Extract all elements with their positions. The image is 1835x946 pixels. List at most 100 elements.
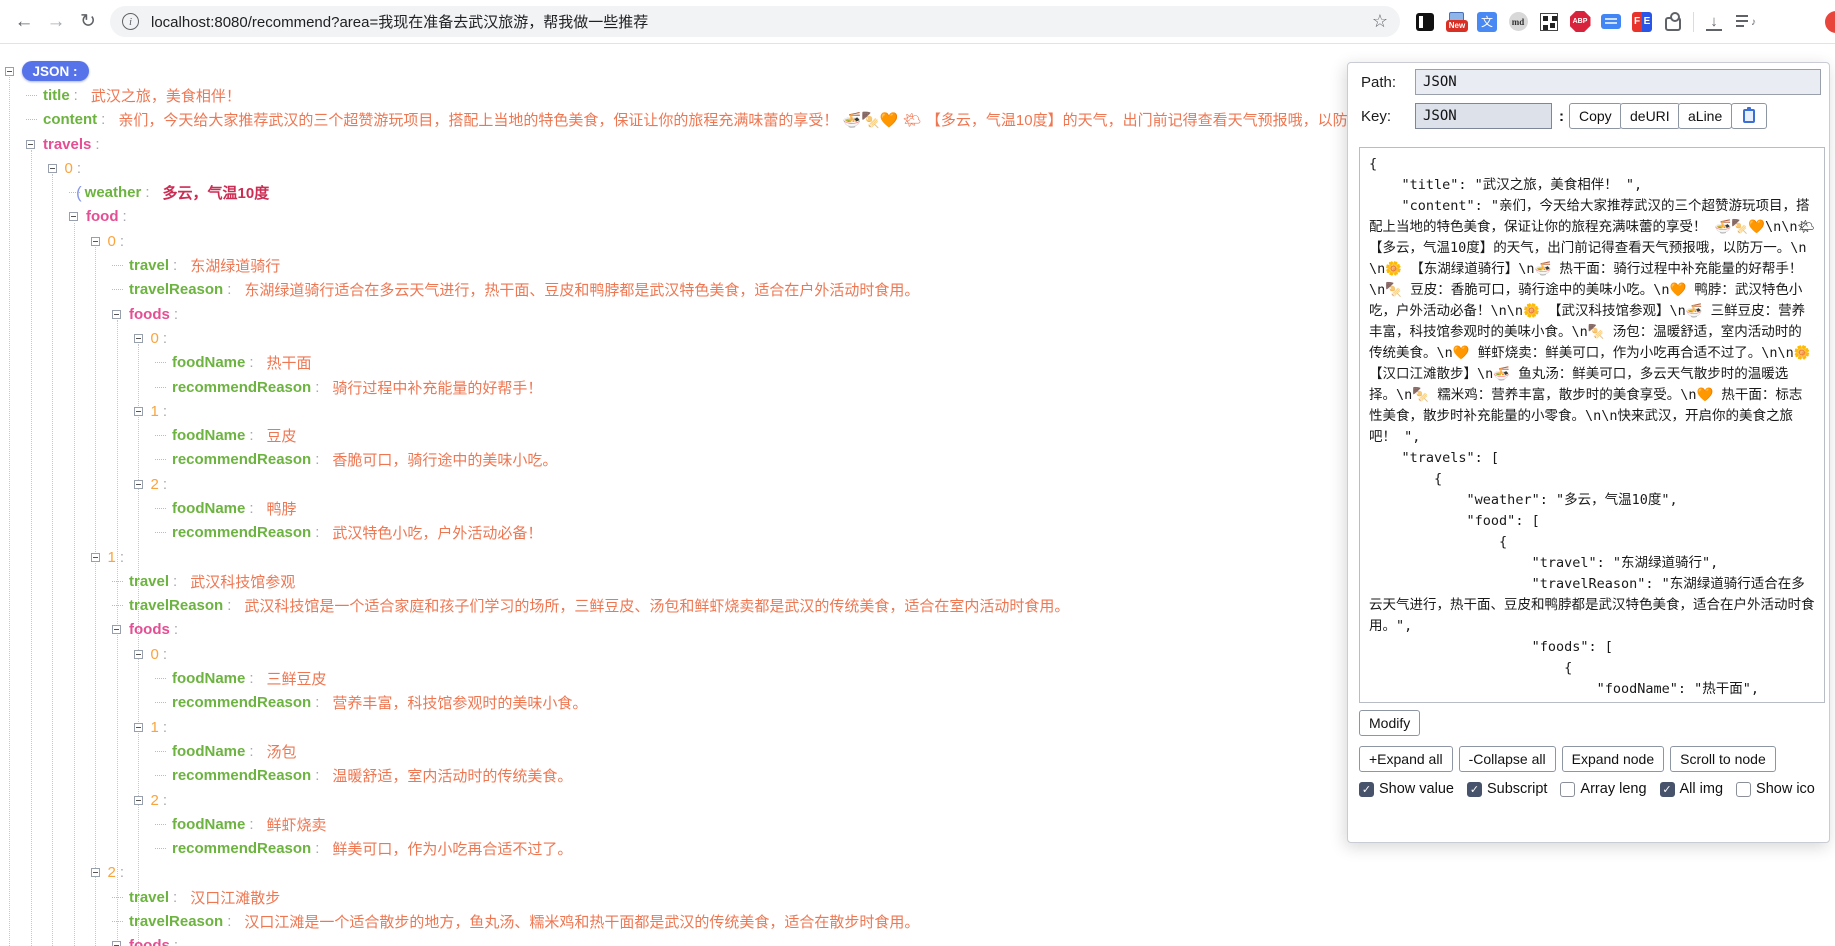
- collapse-toggle[interactable]: [112, 941, 121, 946]
- option-show-ico[interactable]: Show ico: [1736, 781, 1815, 797]
- collapse-toggle[interactable]: [134, 480, 143, 489]
- checkbox-icon[interactable]: [1560, 782, 1575, 797]
- extensions-puzzle-icon[interactable]: [1662, 11, 1684, 33]
- leaf-value[interactable]: 武汉之旅，美食相伴！: [91, 85, 241, 106]
- leaf-key[interactable]: travel: [129, 573, 169, 590]
- collapse-toggle[interactable]: [26, 140, 35, 149]
- leaf-key[interactable]: foodName: [172, 500, 245, 517]
- array-index[interactable]: 0: [108, 233, 116, 250]
- modify-button[interactable]: Modify: [1359, 710, 1420, 736]
- leaf-key[interactable]: travelReason: [129, 281, 223, 298]
- leaf-key[interactable]: foodName: [172, 354, 245, 371]
- option-all-img[interactable]: ✓All img: [1660, 781, 1724, 797]
- site-info-icon[interactable]: i: [122, 13, 139, 30]
- object-key[interactable]: foods: [129, 306, 170, 323]
- checkbox-icon[interactable]: [1736, 782, 1751, 797]
- array-index[interactable]: 2: [108, 864, 116, 881]
- json-root-badge[interactable]: JSON :: [22, 61, 89, 81]
- leaf-value[interactable]: 汉口江滩是一个适合散步的地方，鱼丸汤、糯米鸡和热干面都是武汉的传统美食，适合在散…: [244, 911, 919, 932]
- collapse-toggle[interactable]: [112, 625, 121, 634]
- leaf-key[interactable]: content: [43, 111, 97, 128]
- option-subscript[interactable]: ✓Subscript: [1467, 781, 1547, 797]
- downloads-icon[interactable]: ↓: [1703, 11, 1725, 33]
- leaf-value[interactable]: 多云，气温10度: [163, 182, 270, 203]
- leaf-value[interactable]: 鸭脖: [267, 498, 297, 519]
- leaf-value[interactable]: 汉口江滩散步: [190, 887, 280, 908]
- reader-extension-icon[interactable]: [1414, 11, 1436, 33]
- adblock-extension-icon[interactable]: ABP: [1569, 11, 1591, 33]
- qr-code-extension-icon[interactable]: [1538, 11, 1560, 33]
- leaf-key[interactable]: recommendReason: [172, 694, 311, 711]
- leaf-value[interactable]: 香脆可口，骑行途中的美味小吃。: [332, 449, 557, 470]
- object-key[interactable]: foods: [129, 621, 170, 638]
- copy-button[interactable]: Copy: [1569, 103, 1622, 129]
- collapse-all-button[interactable]: -Collapse all: [1459, 746, 1556, 772]
- leaf-key[interactable]: travel: [129, 257, 169, 274]
- leaf-value[interactable]: 鲜虾烧卖: [267, 814, 327, 835]
- collapse-toggle[interactable]: [91, 237, 100, 246]
- leaf-value[interactable]: 武汉科技馆是一个适合家庭和孩子们学习的场所，三鲜豆皮、汤包和鲜虾烧卖都是武汉的传…: [244, 595, 1069, 616]
- leaf-value[interactable]: 武汉科技馆参观: [190, 571, 295, 592]
- checkbox-icon[interactable]: ✓: [1467, 782, 1482, 797]
- array-index[interactable]: 1: [151, 403, 159, 420]
- forward-icon[interactable]: →: [40, 6, 72, 38]
- deuri-button[interactable]: deURI: [1620, 103, 1680, 129]
- playlist-icon[interactable]: [1734, 11, 1756, 33]
- collapse-toggle[interactable]: [91, 868, 100, 877]
- leaf-key[interactable]: foodName: [172, 816, 245, 833]
- collapse-toggle[interactable]: [134, 407, 143, 416]
- key-input[interactable]: [1415, 103, 1552, 129]
- collapse-toggle[interactable]: [48, 164, 57, 173]
- fe-extension-icon[interactable]: FE: [1631, 11, 1653, 33]
- collapse-toggle[interactable]: [134, 723, 143, 732]
- collapse-toggle[interactable]: [69, 212, 78, 221]
- leaf-key[interactable]: recommendReason: [172, 379, 311, 396]
- profile-avatar[interactable]: [1825, 11, 1835, 33]
- checkbox-icon[interactable]: ✓: [1660, 782, 1675, 797]
- new-badge-extension-icon[interactable]: New: [1445, 11, 1467, 33]
- collapse-toggle[interactable]: [134, 650, 143, 659]
- leaf-key[interactable]: weather: [85, 184, 142, 201]
- markdown-extension-icon[interactable]: md: [1507, 11, 1529, 33]
- url-text[interactable]: localhost:8080/recommend?area=我现在准备去武汉旅游…: [151, 11, 1364, 32]
- leaf-key[interactable]: foodName: [172, 670, 245, 687]
- array-index[interactable]: 0: [151, 330, 159, 347]
- leaf-key[interactable]: foodName: [172, 427, 245, 444]
- leaf-key[interactable]: travel: [129, 889, 169, 906]
- leaf-value[interactable]: 营养丰富，科技馆参观时的美味小食。: [332, 692, 587, 713]
- checkbox-icon[interactable]: ✓: [1359, 782, 1374, 797]
- array-index[interactable]: 0: [65, 160, 73, 177]
- option-array-leng[interactable]: Array leng: [1560, 781, 1646, 797]
- back-icon[interactable]: ←: [8, 6, 40, 38]
- scroll-to-node-button[interactable]: Scroll to node: [1670, 746, 1776, 772]
- expand-node-button[interactable]: Expand node: [1562, 746, 1665, 772]
- leaf-key[interactable]: recommendReason: [172, 451, 311, 468]
- translate-extension-icon[interactable]: 文: [1476, 11, 1498, 33]
- bookmark-star-icon[interactable]: ☆: [1372, 11, 1388, 32]
- leaf-key[interactable]: travelReason: [129, 913, 223, 930]
- leaf-key[interactable]: travelReason: [129, 597, 223, 614]
- leaf-key[interactable]: title: [43, 87, 70, 104]
- leaf-key[interactable]: foodName: [172, 743, 245, 760]
- leaf-value[interactable]: 温暖舒适，室内活动时的传统美食。: [332, 765, 572, 786]
- leaf-value[interactable]: 汤包: [267, 741, 297, 762]
- collapse-toggle[interactable]: [5, 67, 14, 76]
- leaf-value[interactable]: 热干面: [267, 352, 312, 373]
- card-extension-icon[interactable]: [1600, 11, 1622, 33]
- leaf-key[interactable]: recommendReason: [172, 840, 311, 857]
- array-index[interactable]: 2: [151, 476, 159, 493]
- collapse-toggle[interactable]: [91, 553, 100, 562]
- leaf-value[interactable]: 武汉特色小吃，户外活动必备！: [332, 522, 542, 543]
- array-index[interactable]: 1: [151, 719, 159, 736]
- expand-all-button[interactable]: +Expand all: [1359, 746, 1453, 772]
- leaf-value[interactable]: 东湖绿道骑行: [190, 255, 280, 276]
- collapse-toggle[interactable]: [134, 334, 143, 343]
- leaf-value[interactable]: 骑行过程中补充能量的好帮手！: [332, 377, 542, 398]
- option-show-value[interactable]: ✓Show value: [1359, 781, 1454, 797]
- collapse-toggle[interactable]: [134, 796, 143, 805]
- array-index[interactable]: 1: [108, 549, 116, 566]
- object-key[interactable]: travels: [43, 136, 91, 153]
- reload-icon[interactable]: ↻: [72, 6, 104, 38]
- object-key[interactable]: foods: [129, 937, 170, 946]
- array-index[interactable]: 0: [151, 646, 159, 663]
